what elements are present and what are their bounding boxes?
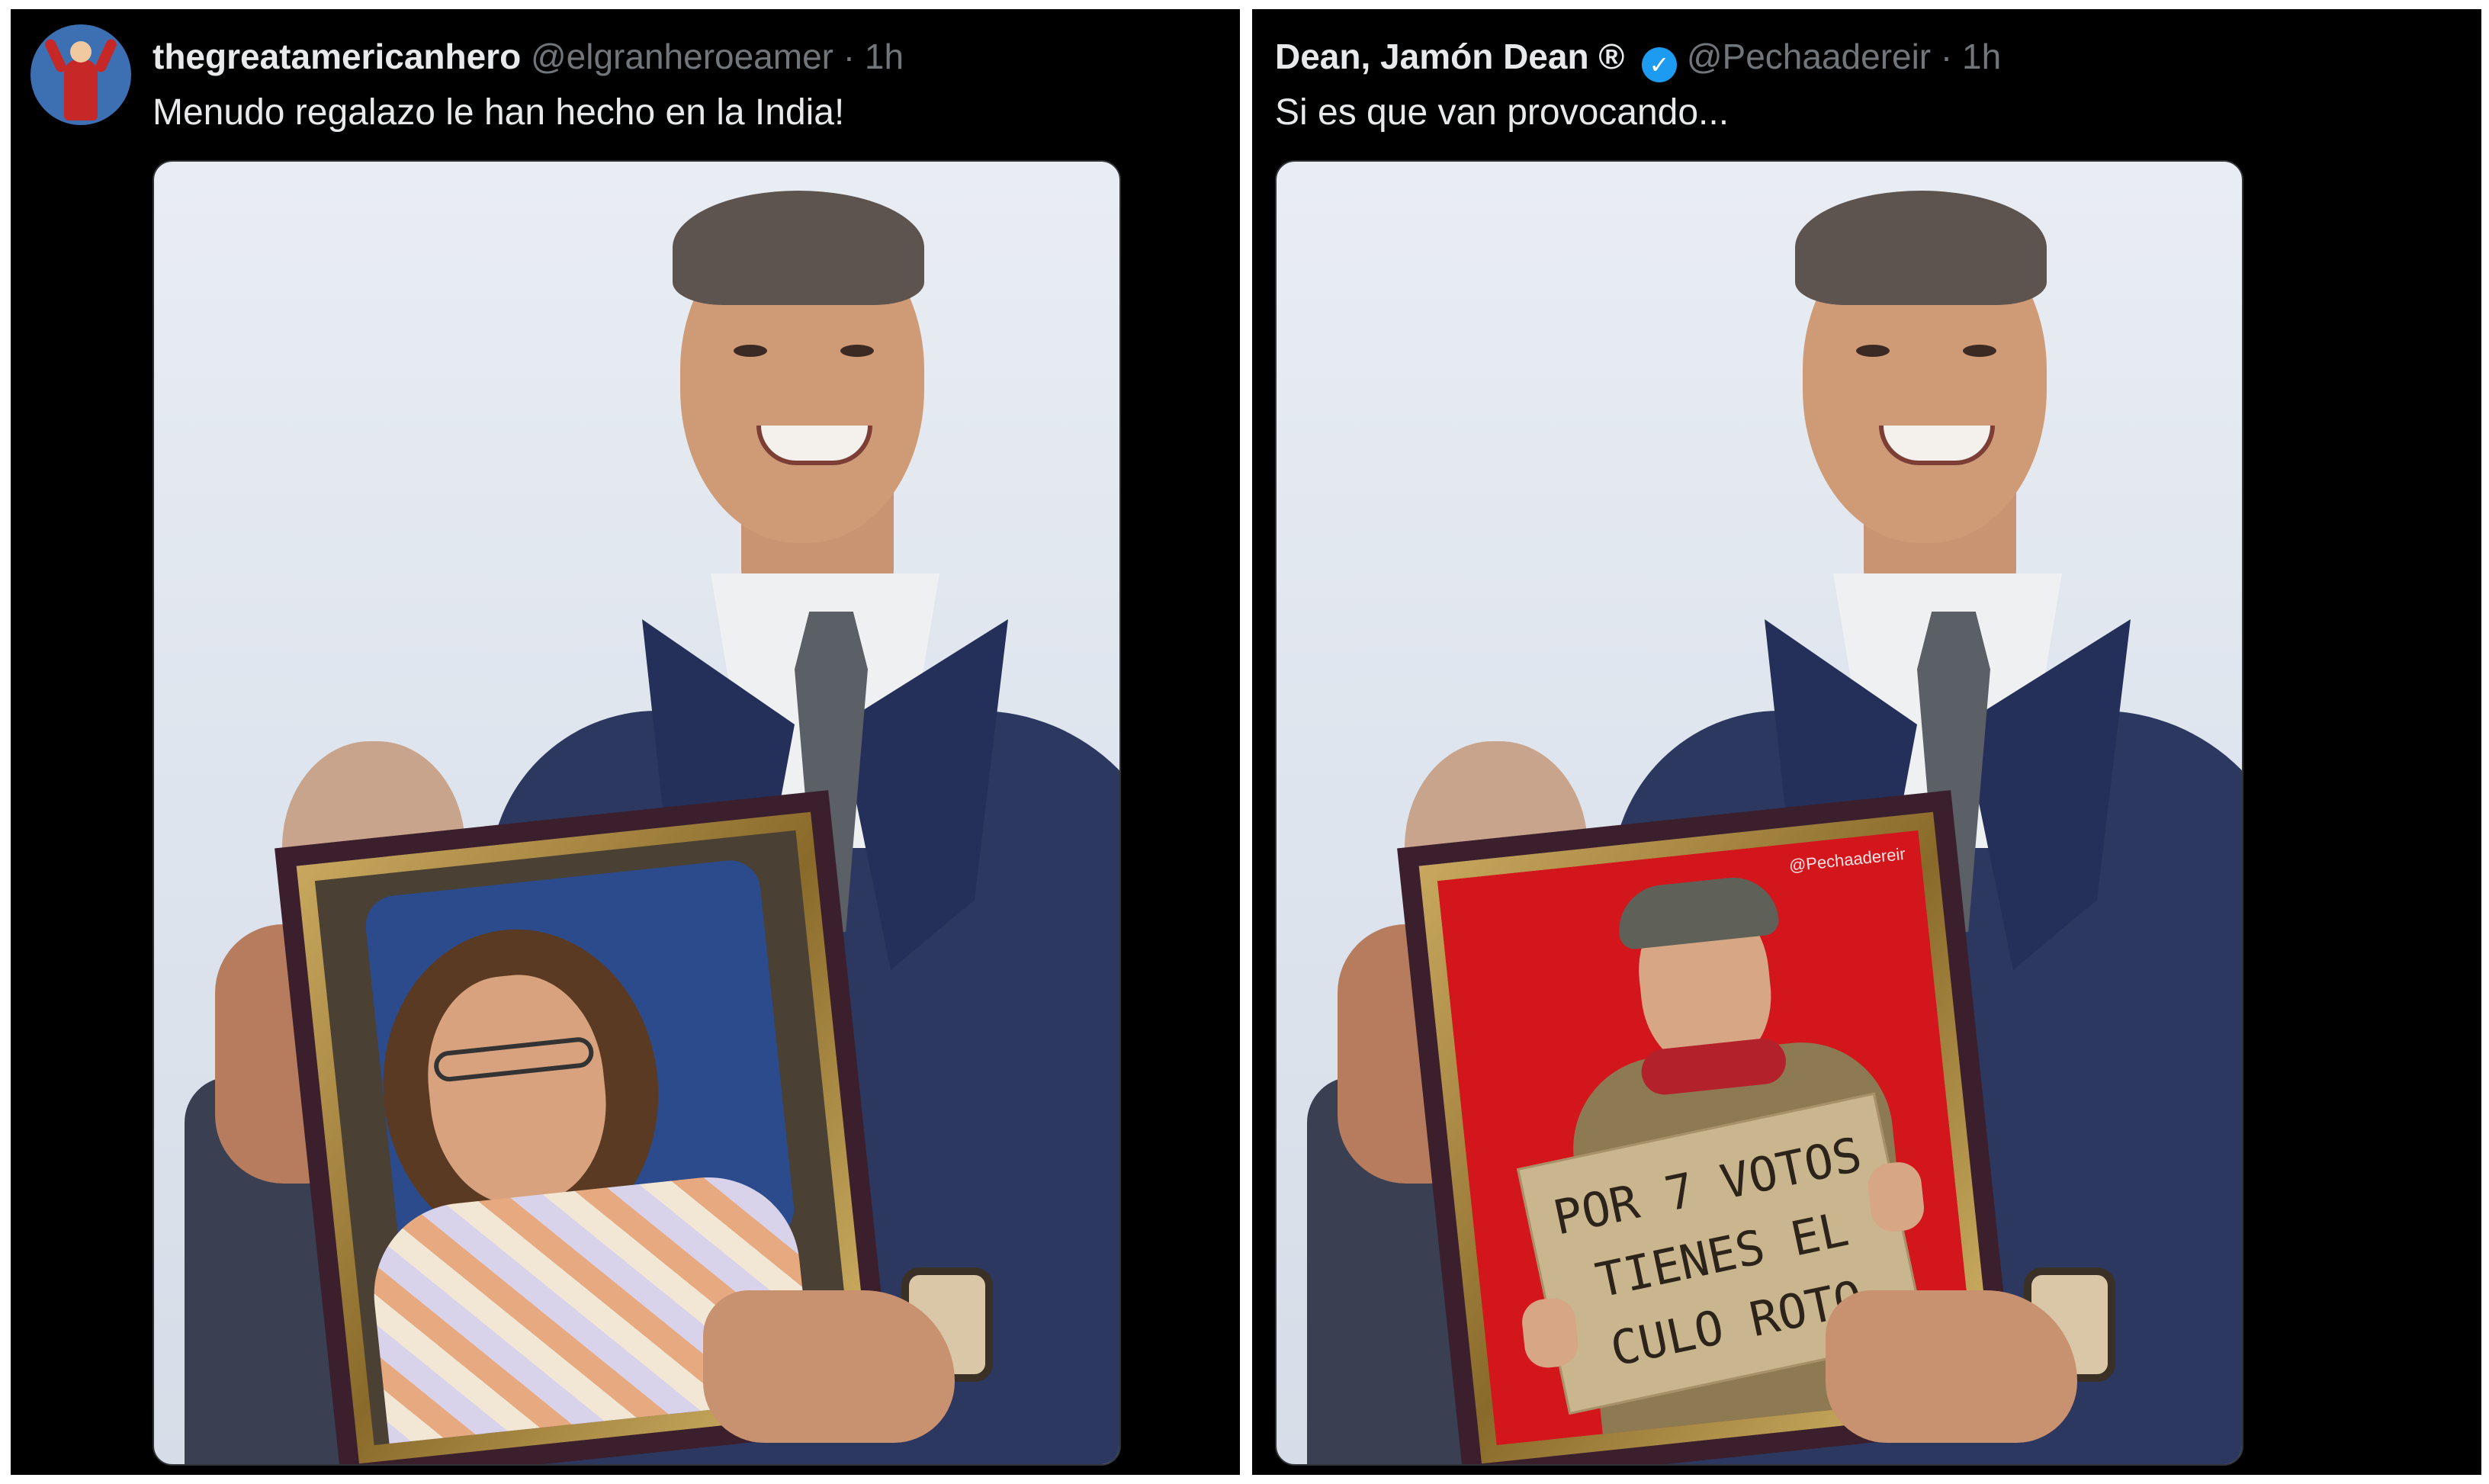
tweet-card-1[interactable]: thegreatamericanhero @elgranheroeamer · … xyxy=(11,9,1240,1475)
tweet-card-2[interactable]: Dean, Jamón Dean ® ✓ @Pechaadereir · 1h … xyxy=(1252,9,2481,1475)
handle[interactable]: @Pechaadereir xyxy=(1687,37,1931,76)
avatar[interactable] xyxy=(31,24,131,125)
tweet-text: Menudo regalazo le han hecho en la India… xyxy=(153,92,845,133)
tweet-header: Dean, Jamón Dean ® ✓ @Pechaadereir · 1h … xyxy=(1252,9,2481,162)
tweet-text: Si es que van provocando... xyxy=(1275,92,1729,133)
tweet-header: thegreatamericanhero @elgranheroeamer · … xyxy=(11,9,1240,162)
timestamp[interactable]: · 1h xyxy=(1941,37,2001,76)
timestamp[interactable]: · 1h xyxy=(843,37,904,76)
display-name[interactable]: Dean, Jamón Dean ® xyxy=(1275,37,1624,76)
display-name[interactable]: thegreatamericanhero xyxy=(153,37,521,76)
verified-badge-icon: ✓ xyxy=(1642,47,1678,82)
tweet-media-image[interactable] xyxy=(153,160,1121,1466)
tweet-media-image[interactable]: @Pechaadereir POR 7 VOTOS TIENES EL CULO… xyxy=(1275,160,2243,1466)
tweet-author-line: thegreatamericanhero @elgranheroeamer · … xyxy=(153,34,904,79)
tweet-author-line: Dean, Jamón Dean ® ✓ @Pechaadereir · 1h xyxy=(1275,34,2001,82)
handle[interactable]: @elgranheroeamer xyxy=(531,37,833,76)
